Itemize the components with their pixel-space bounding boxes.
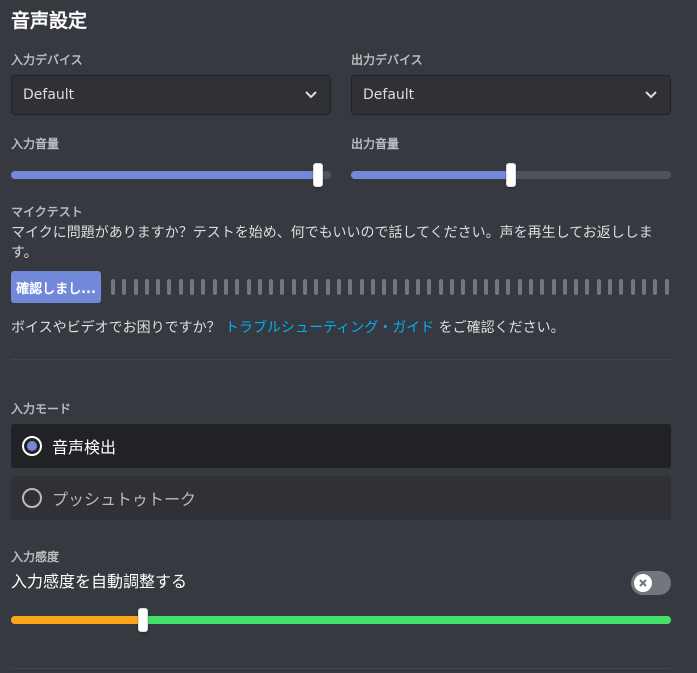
input-device-value: Default — [23, 87, 75, 103]
meter-bar — [551, 279, 556, 295]
meter-bar — [201, 279, 206, 295]
sensitivity-high-range — [143, 616, 671, 624]
meter-bar — [483, 279, 488, 295]
output-volume-handle[interactable] — [506, 163, 516, 187]
meter-bar — [619, 279, 624, 295]
output-device-value: Default — [363, 87, 415, 103]
auto-sensitivity-label: 入力感度を自動調整する — [11, 572, 188, 591]
meter-bar — [269, 279, 274, 295]
sensitivity-low-range — [11, 616, 143, 624]
meter-bar — [212, 279, 217, 295]
meter-bar — [664, 279, 669, 295]
meter-bar — [111, 279, 115, 295]
radio-selected-icon — [22, 436, 42, 456]
meter-bar — [133, 279, 138, 295]
meter-bar — [562, 279, 567, 295]
output-volume-fill — [351, 171, 511, 179]
meter-bar — [608, 279, 613, 295]
section-divider — [11, 359, 671, 360]
mic-level-meter — [111, 279, 669, 295]
meter-bar — [449, 279, 454, 295]
meter-bar — [235, 279, 240, 295]
meter-bar — [461, 279, 466, 295]
input-device-label: 入力デバイス — [11, 53, 83, 67]
meter-bar — [280, 279, 285, 295]
meter-bar — [246, 279, 251, 295]
chevron-down-icon — [305, 91, 317, 99]
sensitivity-handle[interactable] — [138, 608, 148, 632]
meter-bar — [144, 279, 149, 295]
meter-bar — [122, 279, 127, 295]
meter-bar — [630, 279, 635, 295]
troubleshooting-guide-link[interactable]: トラブルシューティング・ガイド — [225, 320, 434, 336]
meter-bar — [382, 279, 387, 295]
input-mode-push-to-talk[interactable]: プッシュトゥトーク — [11, 476, 671, 520]
meter-bar — [427, 279, 432, 295]
meter-bar — [585, 279, 590, 295]
input-volume-handle[interactable] — [313, 163, 323, 187]
meter-bar — [540, 279, 545, 295]
meter-bar — [359, 279, 364, 295]
mic-test-description: マイクに問題がありますか？テストを始め、何でもいいので話してください。声を再生し… — [11, 225, 653, 261]
meter-bar — [257, 279, 262, 295]
meter-bar — [223, 279, 228, 295]
section-divider — [11, 668, 671, 669]
sensitivity-slider[interactable] — [11, 608, 671, 632]
chevron-down-icon — [645, 91, 657, 99]
meter-bar — [370, 279, 375, 295]
meter-bar — [156, 279, 161, 295]
output-device-select[interactable]: Default — [351, 75, 671, 115]
output-volume-label: 出力音量 — [351, 137, 400, 151]
auto-sensitivity-toggle[interactable] — [631, 571, 671, 595]
meter-bar — [178, 279, 183, 295]
radio-unselected-icon — [22, 488, 42, 508]
meter-bar — [506, 279, 511, 295]
input-volume-label: 入力音量 — [11, 137, 60, 151]
meter-bar — [404, 279, 409, 295]
meter-bar — [190, 279, 195, 295]
voice-settings-page: 音声設定 入力デバイス Default 出力デバイス Default 入力音量 … — [0, 0, 697, 673]
mic-test-label: マイクテスト — [11, 205, 83, 219]
help-text: ボイスやビデオでお困りですか？ トラブルシューティング・ガイド をご確認ください… — [11, 318, 681, 338]
help-suffix: をご確認ください。 — [438, 320, 565, 336]
meter-bar — [653, 279, 658, 295]
meter-bar — [472, 279, 477, 295]
input-mode-voice-activity[interactable]: 音声検出 — [11, 424, 671, 468]
meter-bar — [528, 279, 533, 295]
mic-test-button[interactable]: 確認しまし... — [11, 271, 101, 303]
meter-bar — [596, 279, 601, 295]
meter-bar — [495, 279, 500, 295]
meter-bar — [291, 279, 296, 295]
page-title: 音声設定 — [11, 10, 88, 32]
input-volume-slider[interactable] — [11, 163, 331, 187]
meter-bar — [325, 279, 330, 295]
close-icon — [634, 574, 652, 592]
meter-bar — [574, 279, 579, 295]
meter-bar — [416, 279, 421, 295]
meter-bar — [314, 279, 319, 295]
meter-bar — [517, 279, 522, 295]
meter-bar — [303, 279, 308, 295]
input-device-select[interactable]: Default — [11, 75, 331, 115]
meter-bar — [348, 279, 353, 295]
input-mode-option-label: 音声検出 — [52, 438, 117, 457]
help-prefix: ボイスやビデオでお困りですか？ — [11, 320, 221, 336]
input-mode-label: 入力モード — [11, 402, 72, 416]
input-volume-fill — [11, 171, 318, 179]
output-volume-slider[interactable] — [351, 163, 671, 187]
sensitivity-label: 入力感度 — [11, 550, 60, 564]
meter-bar — [167, 279, 172, 295]
meter-bar — [336, 279, 341, 295]
output-device-label: 出力デバイス — [351, 53, 423, 67]
meter-bar — [438, 279, 443, 295]
input-mode-option-label: プッシュトゥトーク — [52, 490, 197, 509]
meter-bar — [393, 279, 398, 295]
meter-bar — [641, 279, 646, 295]
